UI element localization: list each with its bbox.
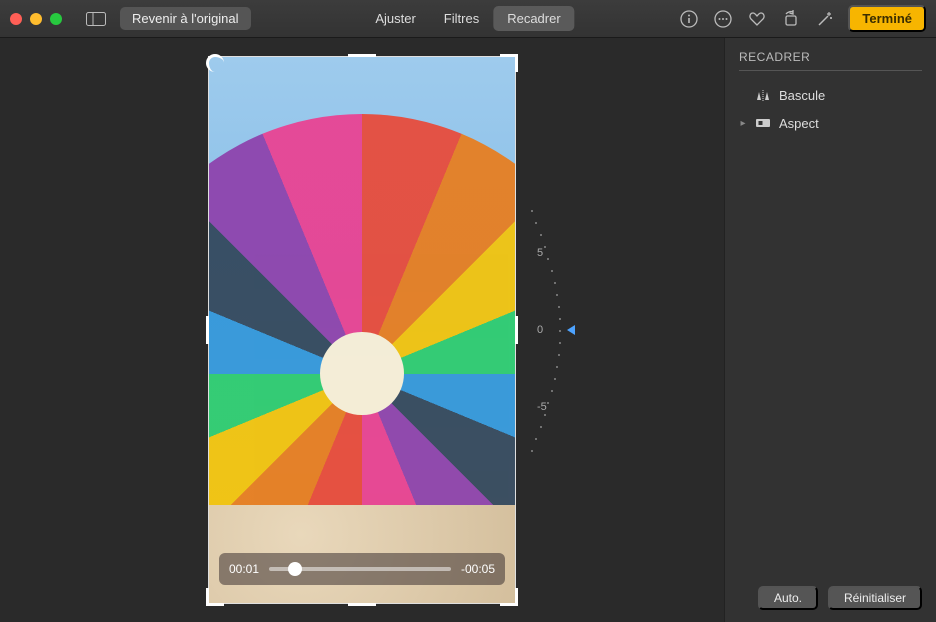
maximize-window-button[interactable] bbox=[50, 13, 62, 25]
flip-icon bbox=[755, 87, 771, 103]
crop-handle-br[interactable] bbox=[500, 588, 518, 606]
disclosure-icon: ▸ bbox=[739, 118, 747, 129]
dial-pointer-icon bbox=[567, 325, 575, 335]
tab-adjust[interactable]: Ajuster bbox=[361, 6, 429, 31]
aspect-label: Aspect bbox=[779, 116, 819, 131]
done-button[interactable]: Terminé bbox=[848, 5, 926, 32]
enhance-button[interactable] bbox=[814, 8, 836, 30]
dial-tick bbox=[551, 390, 553, 392]
dial-tick bbox=[554, 378, 556, 380]
crop-handle-top[interactable] bbox=[348, 54, 376, 57]
dial-tick bbox=[559, 318, 561, 320]
more-button[interactable] bbox=[712, 8, 734, 30]
dial-tick bbox=[535, 438, 537, 440]
edit-mode-tabs: Ajuster Filtres Recadrer bbox=[361, 6, 574, 31]
trim-playhead[interactable] bbox=[288, 562, 302, 576]
dial-tick bbox=[559, 330, 561, 332]
minimize-window-button[interactable] bbox=[30, 13, 42, 25]
dial-label-plus5: 5 bbox=[537, 247, 543, 259]
dial-label-minus5: -5 bbox=[537, 401, 547, 413]
crop-handle-bottom[interactable] bbox=[348, 603, 376, 606]
reset-button[interactable]: Réinitialiser bbox=[828, 586, 922, 610]
rotate-icon bbox=[782, 10, 800, 28]
main-area: 00:01 -00:05 5 0 -5 bbox=[0, 38, 936, 622]
dial-tick bbox=[558, 306, 560, 308]
wand-icon bbox=[816, 10, 834, 28]
dial-tick bbox=[556, 294, 558, 296]
rotate-button[interactable] bbox=[780, 8, 802, 30]
aspect-row[interactable]: ▸ Aspect bbox=[739, 109, 922, 137]
sidebar-toggle-icon bbox=[86, 12, 106, 26]
trim-remaining-label: -00:05 bbox=[461, 562, 495, 576]
dial-tick bbox=[558, 354, 560, 356]
crop-handle-tl[interactable] bbox=[206, 54, 224, 72]
aspect-icon bbox=[755, 115, 771, 131]
dial-tick bbox=[544, 414, 546, 416]
crop-handle-left[interactable] bbox=[206, 316, 209, 344]
toolbar-right: Terminé bbox=[678, 5, 926, 32]
dial-tick bbox=[544, 246, 546, 248]
rotate-dial[interactable]: 5 0 -5 bbox=[525, 210, 569, 450]
info-button[interactable] bbox=[678, 8, 700, 30]
revert-button[interactable]: Revenir à l'original bbox=[120, 7, 251, 30]
flip-row[interactable]: Bascule bbox=[739, 81, 922, 109]
crop-frame[interactable]: 00:01 -00:05 5 0 -5 bbox=[208, 56, 516, 604]
tab-filters[interactable]: Filtres bbox=[430, 6, 493, 31]
dial-tick bbox=[559, 342, 561, 344]
dial-tick bbox=[531, 210, 533, 212]
crop-handle-tr[interactable] bbox=[500, 54, 518, 72]
dial-tick bbox=[547, 402, 549, 404]
photo-preview: 00:01 -00:05 bbox=[209, 57, 515, 603]
titlebar: Revenir à l'original Ajuster Filtres Rec… bbox=[0, 0, 936, 38]
dial-tick bbox=[556, 366, 558, 368]
crop-sidebar: RECADRER Bascule ▸ Aspect Auto. Réinitia… bbox=[724, 38, 936, 622]
heart-icon bbox=[748, 10, 766, 28]
favorite-button[interactable] bbox=[746, 8, 768, 30]
window-controls bbox=[10, 13, 62, 25]
sidebar-header: RECADRER bbox=[739, 50, 922, 71]
crop-handle-bl[interactable] bbox=[206, 588, 224, 606]
auto-button[interactable]: Auto. bbox=[758, 586, 818, 610]
info-icon bbox=[680, 10, 698, 28]
tab-crop[interactable]: Recadrer bbox=[493, 6, 574, 31]
close-window-button[interactable] bbox=[10, 13, 22, 25]
dial-tick bbox=[540, 234, 542, 236]
dial-tick bbox=[547, 258, 549, 260]
sidebar-footer: Auto. Réinitialiser bbox=[739, 586, 922, 610]
sidebar-toggle-button[interactable] bbox=[80, 10, 112, 28]
more-icon bbox=[714, 10, 732, 28]
dial-label-zero: 0 bbox=[537, 324, 543, 336]
dial-tick bbox=[554, 282, 556, 284]
dial-tick bbox=[540, 426, 542, 428]
trim-elapsed-label: 00:01 bbox=[229, 562, 259, 576]
video-trim-bar: 00:01 -00:05 bbox=[219, 553, 505, 585]
trim-track[interactable] bbox=[269, 567, 451, 571]
dial-tick bbox=[535, 222, 537, 224]
dial-tick bbox=[551, 270, 553, 272]
crop-handle-right[interactable] bbox=[515, 316, 518, 344]
flip-label: Bascule bbox=[779, 88, 825, 103]
dial-tick bbox=[531, 450, 533, 452]
canvas-area: 00:01 -00:05 5 0 -5 bbox=[0, 38, 724, 622]
